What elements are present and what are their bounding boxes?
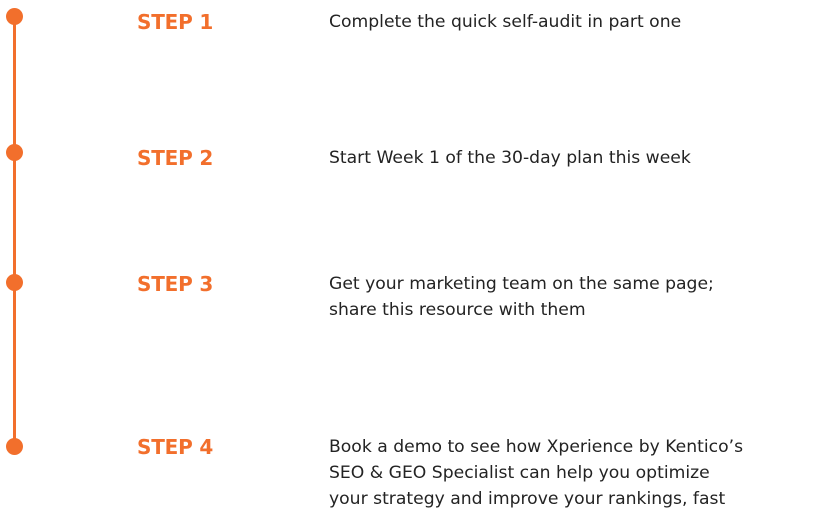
step-3-text: Get your marketing team on the same page… xyxy=(329,271,834,323)
step-1-dot xyxy=(6,8,23,25)
step-2-label: STEP 2 xyxy=(137,146,214,170)
step-4-line-1: Book a demo to see how Xperience by Kent… xyxy=(329,437,744,457)
step-1-text: Complete the quick self-audit in part on… xyxy=(329,9,834,35)
step-2-line-1: Start Week 1 of the 30-day plan this wee… xyxy=(329,148,691,168)
step-1-label: STEP 1 xyxy=(137,10,214,34)
timeline-line xyxy=(13,16,16,447)
step-2-text: Start Week 1 of the 30-day plan this wee… xyxy=(329,145,834,171)
step-3-label: STEP 3 xyxy=(137,272,214,296)
step-3-line-1: Get your marketing team on the same page… xyxy=(329,274,714,294)
step-3-dot xyxy=(6,274,23,291)
step-4-line-3: your strategy and improve your rankings,… xyxy=(329,489,726,509)
step-3-line-2: share this resource with them xyxy=(329,300,586,320)
step-4-dot xyxy=(6,438,23,455)
step-4-label: STEP 4 xyxy=(137,435,214,459)
step-4-text: Book a demo to see how Xperience by Kent… xyxy=(329,434,834,512)
step-4-line-2: SEO & GEO Specialist can help you optimi… xyxy=(329,463,710,483)
step-1-line-1: Complete the quick self-audit in part on… xyxy=(329,12,682,32)
step-2-dot xyxy=(6,144,23,161)
